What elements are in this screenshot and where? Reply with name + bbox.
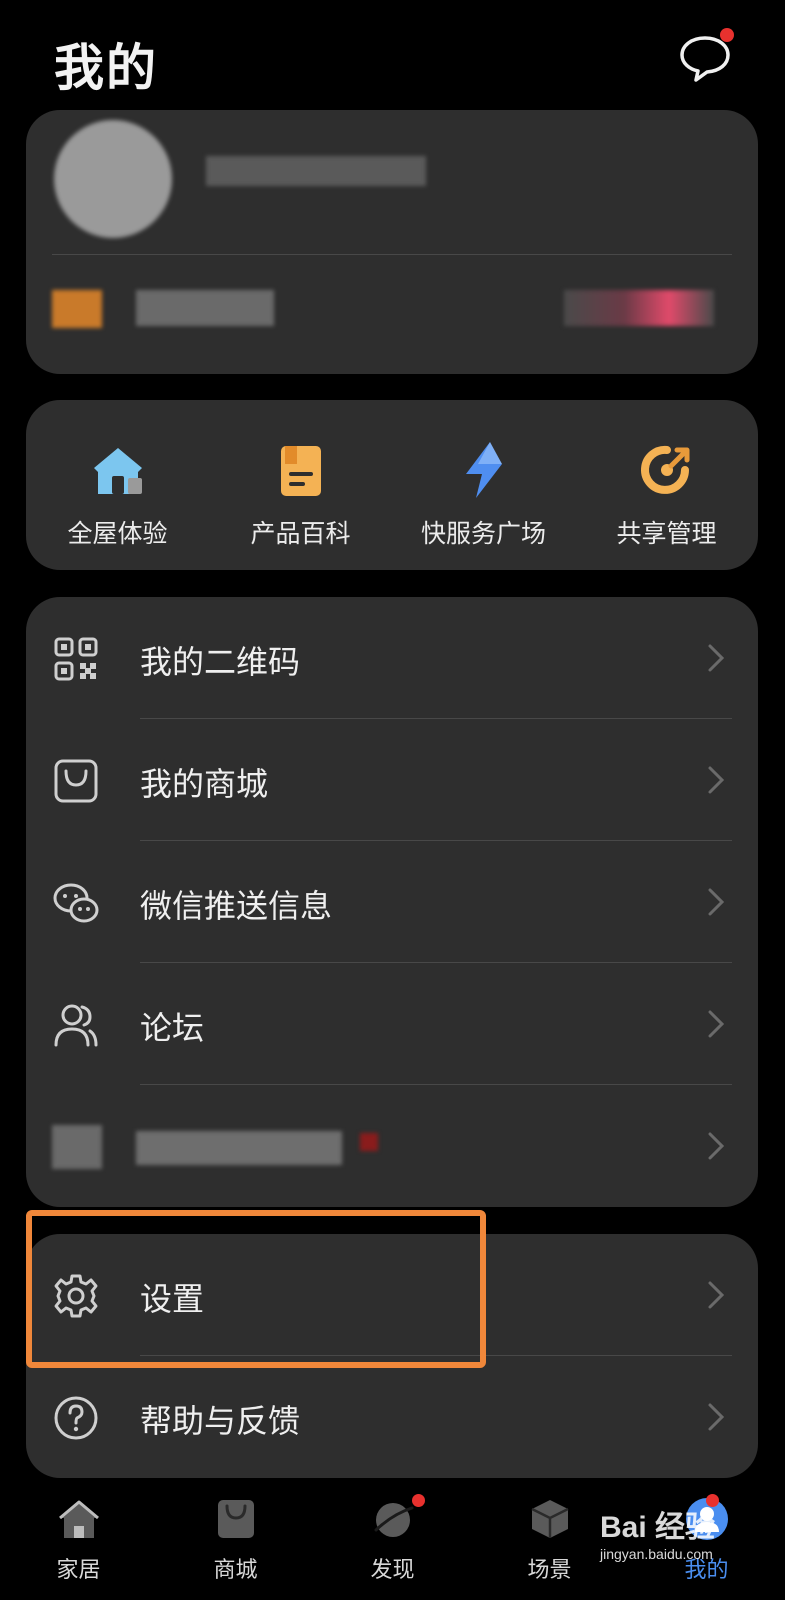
membership-text-obscured — [136, 290, 274, 326]
menu-item-label: 我的商城 — [140, 765, 269, 803]
menu-item-my-mall[interactable]: 我的商城 — [26, 719, 758, 841]
membership-badge-obscured[interactable] — [564, 290, 714, 326]
menu-item-obscured[interactable] — [26, 1085, 758, 1207]
menu-item-help-feedback[interactable]: 帮助与反馈 — [26, 1356, 758, 1478]
chevron-right-icon — [708, 888, 725, 916]
shopping-bag-icon — [54, 759, 98, 803]
chevron-right-icon — [708, 766, 725, 794]
menu-item-label: 我的二维码 — [140, 643, 301, 681]
tab-label: 商城 — [213, 1558, 258, 1583]
page-title: 我的 — [54, 39, 158, 97]
chevron-right-icon — [708, 1132, 725, 1160]
lightning-icon — [466, 442, 502, 498]
divider — [52, 254, 732, 255]
membership-icon — [52, 290, 102, 328]
quick-action-label: 共享管理 — [616, 519, 717, 548]
obscured-icon — [52, 1125, 102, 1169]
quick-action-label: 快服务广场 — [420, 519, 546, 548]
tab-mall[interactable]: 商城 — [157, 1490, 314, 1600]
watermark-main: Bai 经验 — [600, 1511, 716, 1544]
menu-item-forum[interactable]: 论坛 — [26, 963, 758, 1085]
chevron-right-icon — [708, 1281, 725, 1309]
menu-item-wechat-push[interactable]: 微信推送信息 — [26, 841, 758, 963]
tab-label: 发现 — [370, 1558, 415, 1583]
quick-action-label: 全屋体验 — [67, 519, 168, 548]
book-icon — [281, 446, 321, 496]
cube-icon — [531, 1500, 569, 1538]
settings-highlight-box — [26, 1210, 486, 1368]
quick-action-product-wiki[interactable]: 产品百科 — [209, 400, 392, 570]
obscured-label — [136, 1131, 342, 1165]
share-icon — [641, 445, 690, 494]
chevron-right-icon — [708, 1010, 725, 1038]
qr-code-icon — [54, 637, 98, 681]
quick-action-whole-house[interactable]: 全屋体验 — [26, 400, 209, 570]
chevron-right-icon — [708, 644, 725, 672]
watermark-sub: jingyan.baidu.com — [600, 1546, 713, 1562]
menu-item-qr-code[interactable]: 我的二维码 — [26, 597, 758, 719]
tab-label: 家居 — [56, 1558, 101, 1583]
obscured-badge — [360, 1133, 378, 1151]
quick-action-service-plaza[interactable]: 快服务广场 — [392, 400, 575, 570]
tab-discover[interactable]: 发现 — [314, 1490, 471, 1600]
planet-icon — [374, 1503, 414, 1537]
menu-item-label: 论坛 — [140, 1009, 205, 1047]
help-icon — [54, 1396, 98, 1440]
chevron-right-icon — [708, 1403, 725, 1431]
notification-dot — [720, 28, 734, 42]
menu-item-label: 微信推送信息 — [140, 887, 333, 925]
profile-card[interactable] — [26, 110, 758, 374]
username-obscured — [206, 156, 426, 186]
tab-home[interactable]: 家居 — [0, 1490, 157, 1600]
shop-bag-icon — [218, 1500, 254, 1538]
home-icon — [59, 1500, 99, 1538]
people-icon — [54, 1004, 98, 1047]
quick-action-label: 产品百科 — [250, 519, 351, 548]
quick-actions-card: 全屋体验 产品百科 快服务广场 共享管理 — [26, 400, 758, 570]
menu-item-label: 帮助与反馈 — [140, 1402, 301, 1440]
tab-badge-dot — [412, 1494, 425, 1507]
quick-action-share-management[interactable]: 共享管理 — [575, 400, 758, 570]
menu-card: 我的二维码 我的商城 微信推送信息 论坛 — [26, 597, 758, 1207]
baidu-jingyan-watermark: Bai 经验 jingyan.baidu.com — [600, 1502, 715, 1562]
house-icon — [94, 448, 142, 494]
wechat-icon — [53, 883, 99, 923]
avatar[interactable] — [54, 120, 172, 238]
